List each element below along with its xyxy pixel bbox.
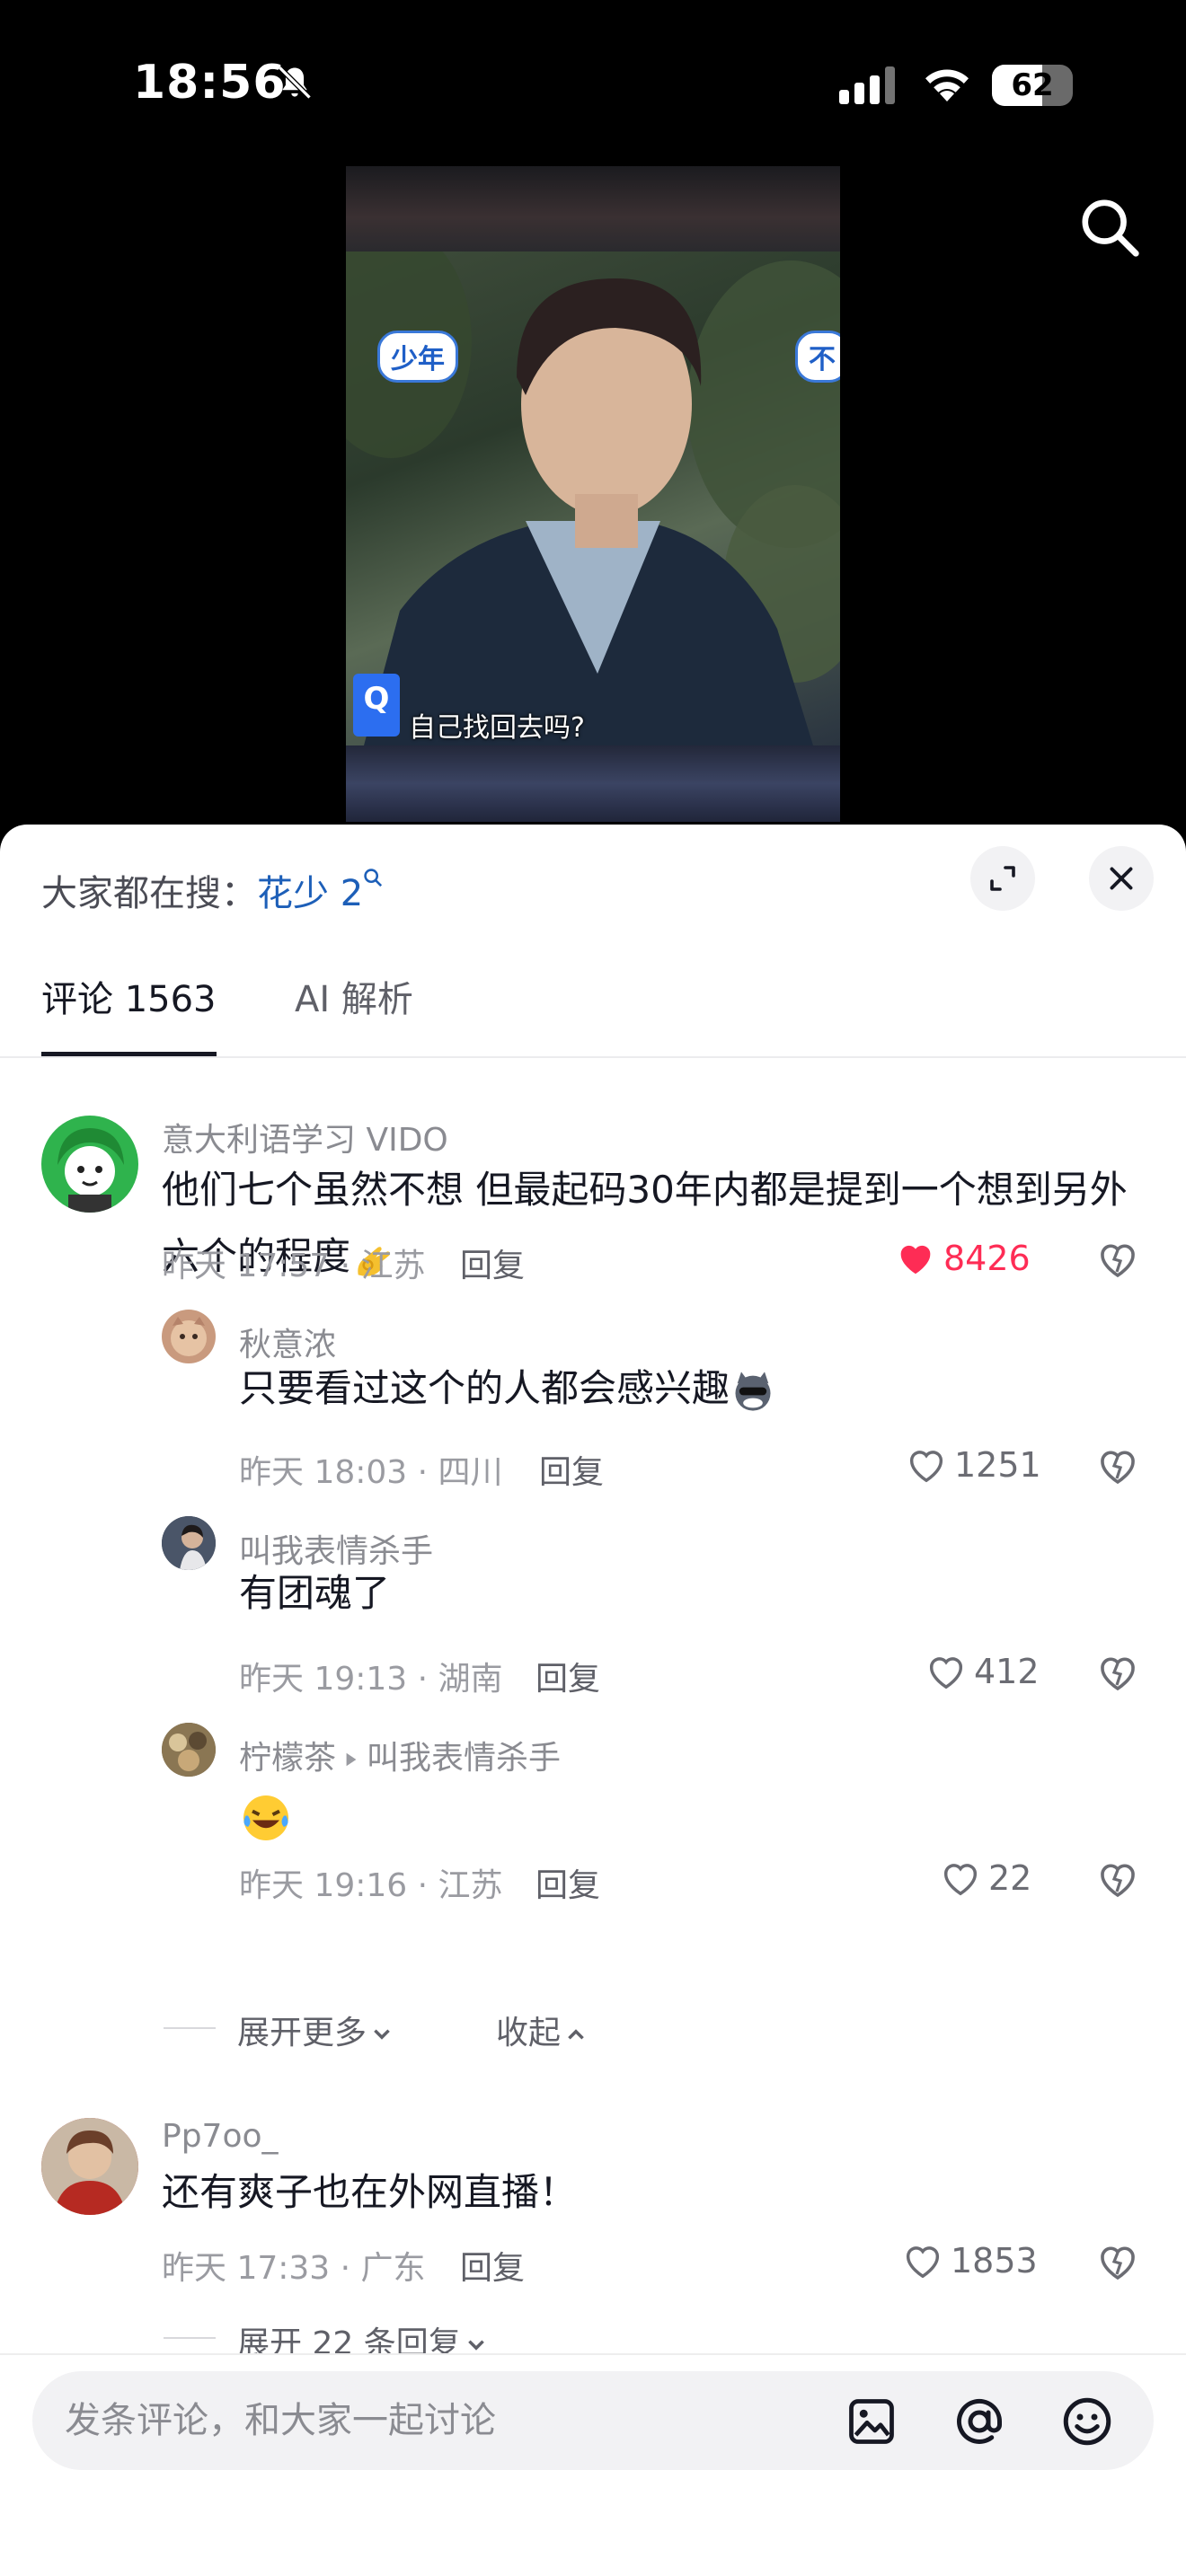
dislike-icon[interactable] (1096, 1238, 1139, 1281)
close-icon (1110, 867, 1133, 890)
avatar[interactable] (41, 2118, 138, 2215)
dislike-icon[interactable] (1096, 2240, 1139, 2283)
avatar[interactable] (41, 1116, 138, 1213)
like-button[interactable]: 1853 (902, 2238, 1038, 2283)
like-count: 22 (988, 1858, 1032, 1898)
heart-outline-icon (929, 1657, 963, 1689)
reply-meta: 昨天 18:03 · 四川 (239, 1454, 503, 1491)
heart-outline-icon (943, 1864, 978, 1896)
heart-outline-icon (909, 1451, 943, 1483)
cartoon-avatar-icon (58, 1128, 124, 1213)
reply-body: 只要看过这个的人都会感兴趣 (239, 1366, 730, 1410)
video-blur-top (346, 166, 840, 251)
avatar[interactable] (162, 1723, 216, 1777)
video-sticker-right: 不 (795, 331, 840, 383)
video-frame-image: 少年 不 Q 自己找回去吗? (346, 251, 840, 745)
expand-icon (990, 866, 1015, 891)
trending-keyword[interactable]: 花少 2 (257, 873, 363, 914)
comment-username[interactable]: Pp7oo_ (162, 2118, 279, 2155)
comment-input-bar (0, 2353, 1186, 2576)
battery-percent: 62 (1011, 67, 1054, 103)
trending-label: 大家都在搜： (41, 873, 257, 914)
comment-meta: 昨天 17:33 · 广东 (162, 2250, 426, 2287)
reply-text: 有团魂了 (239, 1571, 391, 1615)
trending-search[interactable]: 大家都在搜：花少 2 (41, 864, 383, 916)
like-button[interactable]: 22 (940, 1856, 1031, 1901)
comment-input-container[interactable] (32, 2371, 1154, 2470)
collapse-button[interactable]: 收起 (496, 2007, 588, 2053)
avatar[interactable] (162, 1310, 216, 1363)
laughing-crying-emoji-icon (243, 1795, 288, 1840)
heart-outline-icon (906, 2246, 940, 2279)
like-count: 1251 (954, 1445, 1041, 1485)
reply-button[interactable]: 回复 (535, 1653, 600, 1699)
avatar[interactable] (162, 1516, 216, 1570)
video-player[interactable]: 少年 不 Q 自己找回去吗? (346, 166, 840, 822)
collapse-label: 收起 (496, 2015, 562, 2051)
reply-arrow-icon (346, 1752, 357, 1767)
video-subtitle: 自己找回去吗? (409, 712, 585, 744)
divider (164, 2027, 216, 2029)
heart-filled-icon (900, 1245, 931, 1275)
emoji-icon[interactable] (1060, 2395, 1114, 2448)
image-icon[interactable] (845, 2395, 898, 2448)
comment-sheet: 大家都在搜：花少 2 评论 1563 AI 解析 意大利语学习 VIDO 他们七… (0, 825, 1186, 2576)
like-button[interactable]: 1251 (906, 1442, 1041, 1487)
reply-username[interactable]: 叫我表情杀手 (239, 1525, 433, 1572)
reply-text: 只要看过这个的人都会感兴趣 (239, 1362, 1137, 1416)
chevron-down-icon (374, 2029, 390, 2040)
person-silhouette (364, 278, 813, 745)
channel-logo: Q (353, 674, 400, 737)
expand-more-button[interactable]: 展开更多 (237, 2007, 394, 2053)
like-count: 412 (974, 1652, 1040, 1691)
expand-button[interactable] (970, 846, 1035, 911)
battery-indicator: 62 (992, 65, 1073, 106)
cat-avatar-icon (171, 1317, 207, 1356)
reply-username[interactable]: 柠檬茶 叫我表情杀手 (239, 1732, 561, 1778)
like-button[interactable]: 8426 (895, 1236, 1031, 1281)
expand-more-label: 展开更多 (237, 2015, 367, 2051)
tab-bar: 评论 1563 AI 解析 (0, 959, 1186, 1058)
bell-muted-icon (278, 66, 312, 100)
reply-meta: 昨天 19:16 · 江苏 (239, 1867, 503, 1904)
like-button[interactable]: 412 (925, 1649, 1040, 1694)
reply-button[interactable]: 回复 (535, 1859, 600, 1906)
wifi-icon (925, 69, 969, 101)
person-avatar-icon (162, 1516, 216, 1570)
search-icon (364, 869, 383, 887)
reply-button[interactable]: 回复 (460, 1239, 525, 1286)
dislike-icon[interactable] (1096, 1651, 1139, 1694)
reply-to-username[interactable]: 叫我表情杀手 (367, 1740, 561, 1777)
comment-username[interactable]: 意大利语学习 VIDO (162, 1114, 448, 1160)
status-time: 18:56 (133, 56, 287, 110)
person-avatar-icon (41, 2118, 138, 2215)
dislike-icon[interactable] (1096, 1857, 1139, 1901)
cool-cat-emoji-icon (735, 1371, 771, 1411)
reply-text (239, 1782, 293, 1848)
like-count: 8426 (943, 1239, 1031, 1278)
like-count: 1853 (951, 2241, 1038, 2280)
dislike-icon[interactable] (1096, 1444, 1139, 1487)
reply-button[interactable]: 回复 (460, 2242, 525, 2289)
video-blur-bottom (346, 745, 840, 822)
reply-meta: 昨天 19:13 · 湖南 (239, 1661, 503, 1698)
comment-input[interactable] (65, 2371, 801, 2470)
reply-username-text: 柠檬茶 (239, 1740, 337, 1777)
reply-username[interactable]: 秋意浓 (239, 1319, 336, 1365)
chevron-up-icon (568, 2029, 584, 2040)
divider (164, 2337, 216, 2339)
status-bar: 18:56 62 (0, 0, 1186, 171)
tab-ai-analysis[interactable]: AI 解析 (295, 959, 413, 1056)
photo-avatar-icon (162, 1723, 216, 1777)
comment-text: 还有爽子也在外网直播！ (162, 2170, 578, 2214)
mention-icon[interactable] (952, 2395, 1006, 2448)
comment-meta: 昨天 17:57 · 江苏 (162, 1248, 426, 1284)
video-sticker-left: 少年 (377, 331, 458, 383)
reply-button[interactable]: 回复 (539, 1446, 604, 1493)
cellular-signal-icon (839, 66, 895, 104)
search-icon[interactable] (1078, 196, 1141, 259)
tab-comments[interactable]: 评论 1563 (41, 959, 217, 1056)
close-button[interactable] (1089, 846, 1154, 911)
